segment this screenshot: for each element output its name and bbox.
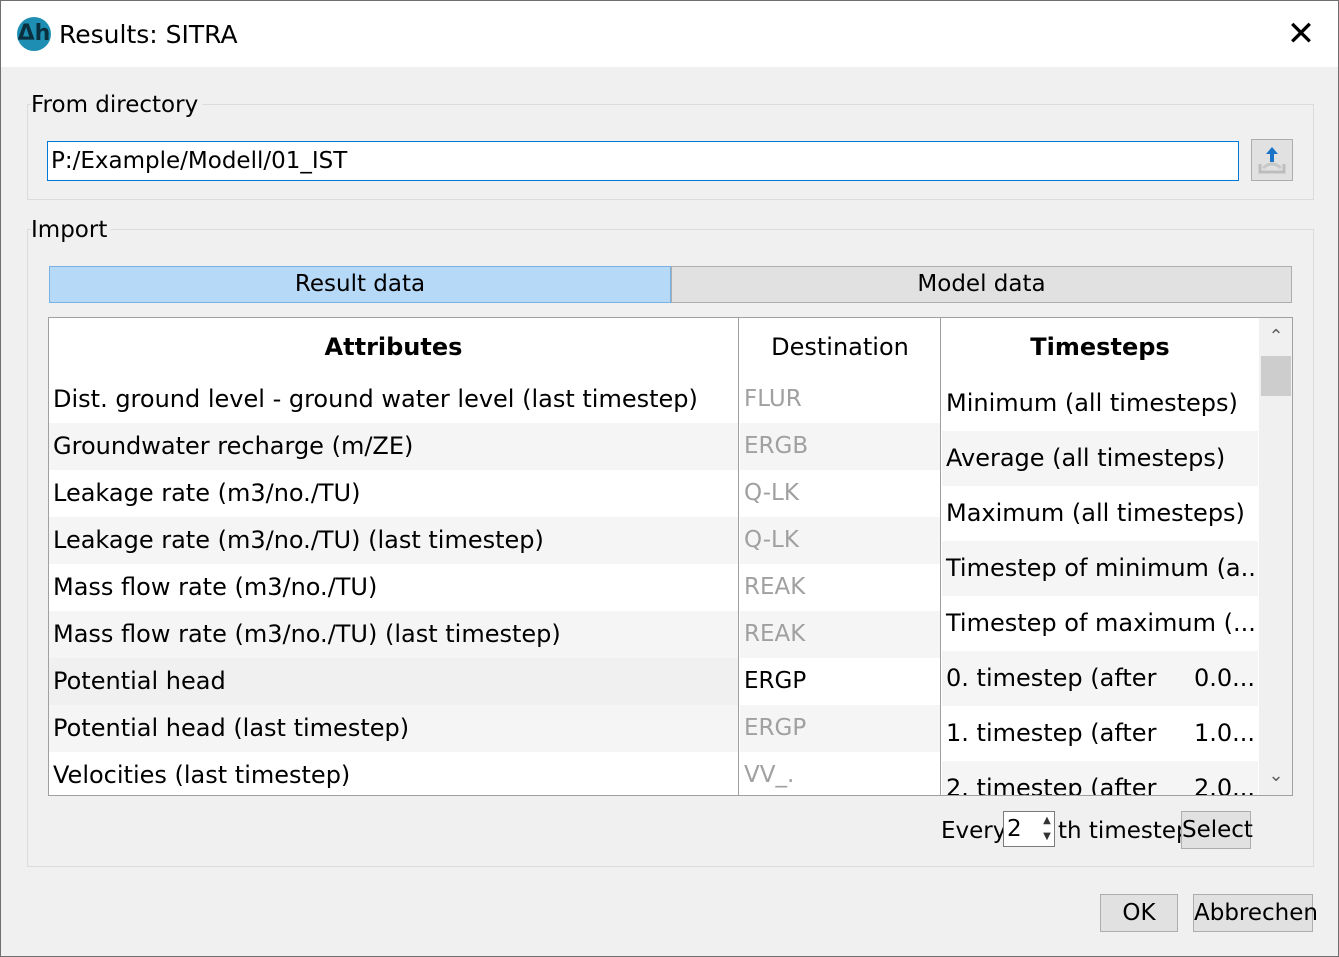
destination-cell[interactable]: ERGP [740, 705, 940, 752]
timestep-row[interactable]: Average (all timesteps) [942, 431, 1258, 486]
window-title: Results: SITRA [59, 20, 238, 49]
attribute-row-selected[interactable]: Potential head [49, 658, 738, 705]
timesteps-column: Timesteps Minimum (all timesteps) Averag… [942, 318, 1258, 795]
timestep-row[interactable]: Minimum (all timesteps) [942, 376, 1258, 431]
attribute-row[interactable]: Potential head (last timestep) [49, 705, 738, 752]
destination-cell[interactable]: REAK [740, 564, 940, 611]
timestep-label: Minimum (all timesteps) [946, 389, 1238, 417]
timestep-row[interactable]: 1. timestep (after 1.0... [942, 706, 1258, 761]
upload-icon [1258, 147, 1286, 174]
timestep-row[interactable]: 0. timestep (after 0.0... [942, 651, 1258, 706]
attributes-column: Attributes Dist. ground level - ground w… [49, 318, 739, 795]
timestep-value: 1.0... [1194, 719, 1256, 747]
timestep-row[interactable]: 2. timestep (after 2.0... [942, 761, 1258, 795]
directory-path-input[interactable]: P:/Example/Modell/01_IST [47, 141, 1239, 181]
title-bar: Δh Results: SITRA ✕ [1, 1, 1338, 67]
timestep-label: Average (all timesteps) [946, 444, 1226, 472]
destination-cell-active[interactable]: ERGP [740, 658, 940, 705]
scroll-up-icon[interactable]: ⌃ [1259, 318, 1292, 356]
timestep-label: Timestep of maximum (... [946, 609, 1256, 637]
attribute-row[interactable]: Mass flow rate (m3/no./TU) (last timeste… [49, 611, 738, 658]
app-logo-icon: Δh [17, 17, 51, 51]
destination-header: Destination [771, 333, 909, 361]
timestep-label: Timestep of minimum (a... [946, 554, 1258, 582]
attribute-row[interactable]: Leakage rate (m3/no./TU) [49, 470, 738, 517]
spin-up-icon[interactable]: ▲ [1040, 813, 1054, 829]
timestep-value: 0.0... [1194, 664, 1256, 692]
timestep-label: Maximum (all timesteps) [946, 499, 1245, 527]
import-label: Import [31, 216, 112, 244]
timestep-row[interactable]: Timestep of minimum (a... [942, 541, 1258, 596]
timestep-label: 2. timestep (after [946, 774, 1157, 795]
from-directory-label: From directory [31, 91, 203, 119]
ok-button[interactable]: OK [1100, 894, 1178, 932]
timestep-row[interactable]: Timestep of maximum (... [942, 596, 1258, 651]
destination-column: Destination FLUR ERGB Q-LK Q-LK REAK REA… [740, 318, 941, 795]
select-button[interactable]: Select [1181, 811, 1253, 849]
destination-cell[interactable]: Q-LK [740, 517, 940, 564]
destination-cell[interactable]: Q-LK [740, 470, 940, 517]
timestep-label: 1. timestep (after [946, 719, 1157, 747]
results-dialog: Δh Results: SITRA ✕ From directory P:/Ex… [0, 0, 1339, 957]
destination-cell[interactable]: FLUR [740, 376, 940, 423]
tab-model-data[interactable]: Model data [671, 266, 1292, 303]
timestep-interval-value[interactable]: 2 [1007, 812, 1022, 846]
timesteps-scrollbar[interactable]: ⌃ ⌄ [1259, 318, 1292, 795]
attribute-row[interactable]: Groundwater recharge (m/ZE) [49, 423, 738, 470]
th-timestep-label: th timestep [1058, 818, 1191, 844]
destination-cell[interactable]: ERGB [740, 423, 940, 470]
timestep-label: 0. timestep (after [946, 664, 1157, 692]
scrollbar-thumb[interactable] [1261, 356, 1291, 396]
close-button[interactable]: ✕ [1271, 11, 1331, 57]
attribute-row[interactable]: Velocities (last timestep) [49, 752, 738, 795]
attributes-header: Attributes [324, 333, 463, 361]
scroll-down-icon[interactable]: ⌄ [1259, 757, 1292, 795]
destination-cell[interactable]: REAK [740, 611, 940, 658]
attribute-row[interactable]: Dist. ground level - ground water level … [49, 376, 738, 423]
timestep-interval-spinbox[interactable]: 2 ▲ ▼ [1003, 811, 1055, 847]
spin-down-icon[interactable]: ▼ [1040, 829, 1054, 845]
timestep-row[interactable]: Maximum (all timesteps) [942, 486, 1258, 541]
attribute-row[interactable]: Leakage rate (m3/no./TU) (last timestep) [49, 517, 738, 564]
timestep-value: 2.0... [1194, 774, 1256, 795]
destination-cell[interactable]: VV_. [740, 752, 940, 795]
cancel-button[interactable]: Abbrechen [1193, 894, 1318, 932]
every-label: Every [941, 818, 1007, 844]
tab-result-data[interactable]: Result data [49, 266, 671, 303]
import-table: Attributes Dist. ground level - ground w… [48, 317, 1293, 796]
timesteps-header: Timesteps [1030, 333, 1170, 361]
attribute-row[interactable]: Mass flow rate (m3/no./TU) [49, 564, 738, 611]
browse-button[interactable] [1251, 139, 1293, 181]
